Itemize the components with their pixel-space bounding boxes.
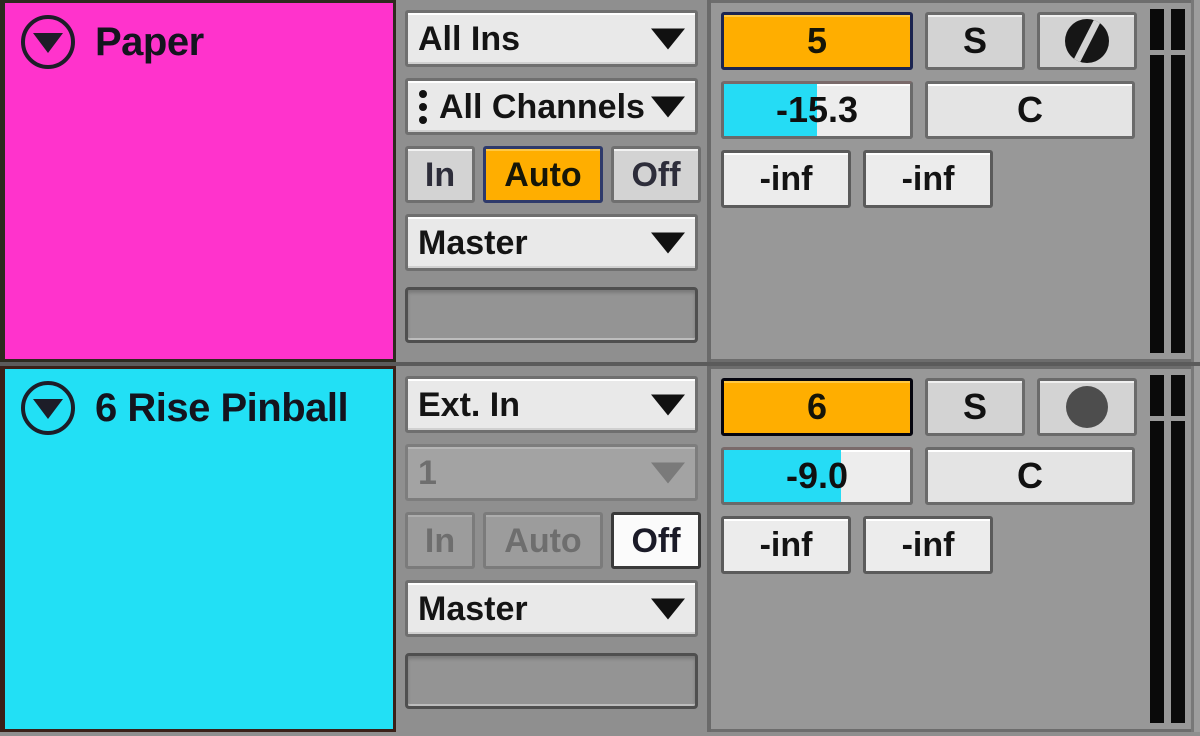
solo-button[interactable]: S (925, 12, 1025, 70)
volume-value: -9.0 (785, 455, 849, 496)
mixer-top-row: 6 S (721, 378, 1141, 436)
chevron-down-icon (651, 462, 685, 483)
triangle-down-icon[interactable] (21, 381, 75, 435)
track-title[interactable]: Paper (95, 22, 204, 62)
send-a-knob[interactable]: -inf (721, 516, 851, 574)
input-type-label: Ext. In (418, 387, 521, 422)
triangle-glyph (33, 399, 63, 419)
track-header: Paper (5, 3, 393, 69)
track-title[interactable]: 6 Rise Pinball (95, 388, 349, 428)
arm-button[interactable] (1037, 12, 1137, 70)
audio-arm-circle-icon (1066, 386, 1108, 428)
solo-button[interactable]: S (925, 378, 1025, 436)
track-headers-panel: Paper All Ins All Channels In Auto Off M… (0, 0, 1200, 736)
track-activator-button[interactable]: 6 (721, 378, 913, 436)
crossfade-assign-button[interactable]: C (925, 81, 1135, 139)
monitor-in-button[interactable]: In (405, 146, 475, 203)
triangle-glyph (33, 33, 63, 53)
monitor-in-button[interactable]: In (405, 512, 475, 569)
crossfade-assign-button[interactable]: C (925, 447, 1135, 505)
output-channel-slot[interactable] (405, 653, 698, 709)
output-type-chooser[interactable]: Master (405, 214, 698, 271)
output-type-label: Master (418, 591, 528, 626)
mixer-controls: 6 S -9.0 C -inf -inf (721, 378, 1141, 729)
monitor-button-group: In Auto Off (405, 146, 701, 203)
track-row: Paper All Ins All Channels In Auto Off M… (0, 0, 1200, 366)
mixer-panel: 6 S -9.0 C -inf -inf (711, 366, 1200, 732)
track-header: 6 Rise Pinball (5, 369, 393, 435)
mixer-volume-row: -9.0 C (721, 447, 1141, 505)
arm-button[interactable] (1037, 378, 1137, 436)
mixer-sends-row: -inf -inf (721, 150, 1141, 208)
output-type-chooser[interactable]: Master (405, 580, 698, 637)
midi-arm-circle-slash-icon (1065, 19, 1109, 63)
send-a-knob[interactable]: -inf (721, 150, 851, 208)
send-b-knob[interactable]: -inf (863, 150, 993, 208)
level-meter (1146, 9, 1188, 353)
volume-slider[interactable]: -9.0 (721, 447, 913, 505)
meter-bar-left (1149, 9, 1164, 353)
input-channel-label: All Channels (439, 89, 645, 124)
level-meter (1146, 375, 1188, 723)
input-channel-chooser[interactable]: All Channels (405, 78, 698, 135)
meter-bar-left (1149, 375, 1164, 723)
volume-value: -15.3 (775, 89, 859, 130)
io-panel: All Ins All Channels In Auto Off Master (396, 0, 711, 362)
monitor-auto-button[interactable]: Auto (483, 512, 603, 569)
vertical-dots-icon (408, 89, 429, 124)
track-row: 6 Rise Pinball Ext. In 1 In Auto Off Mas… (0, 366, 1200, 732)
track-name-panel[interactable]: 6 Rise Pinball (0, 366, 396, 732)
output-channel-slot[interactable] (405, 287, 698, 343)
send-b-knob[interactable]: -inf (863, 516, 993, 574)
chevron-down-icon (651, 598, 685, 619)
track-name-panel[interactable]: Paper (0, 0, 396, 362)
chevron-down-icon (651, 232, 685, 253)
meter-bar-right (1170, 9, 1185, 353)
triangle-down-icon[interactable] (21, 15, 75, 69)
io-panel: Ext. In 1 In Auto Off Master (396, 366, 711, 732)
input-type-chooser[interactable]: All Ins (405, 10, 698, 67)
chevron-down-icon (651, 394, 685, 415)
output-type-label: Master (418, 225, 528, 260)
mixer-panel: 5 S -15.3 C -inf -inf (711, 0, 1200, 362)
mixer-sends-row: -inf -inf (721, 516, 1141, 574)
volume-slider[interactable]: -15.3 (721, 81, 913, 139)
meter-bar-right (1170, 375, 1185, 723)
mixer-top-row: 5 S (721, 12, 1141, 70)
input-type-label: All Ins (418, 21, 521, 56)
monitor-off-button[interactable]: Off (611, 146, 701, 203)
input-channel-chooser[interactable]: 1 (405, 444, 698, 501)
chevron-down-icon (651, 28, 685, 49)
monitor-button-group: In Auto Off (405, 512, 701, 569)
input-type-chooser[interactable]: Ext. In (405, 376, 698, 433)
monitor-off-button[interactable]: Off (611, 512, 701, 569)
mixer-controls: 5 S -15.3 C -inf -inf (721, 12, 1141, 359)
track-activator-button[interactable]: 5 (721, 12, 913, 70)
chevron-down-icon (651, 96, 685, 117)
input-channel-label: 1 (418, 455, 437, 490)
monitor-auto-button[interactable]: Auto (483, 146, 603, 203)
mixer-volume-row: -15.3 C (721, 81, 1141, 139)
